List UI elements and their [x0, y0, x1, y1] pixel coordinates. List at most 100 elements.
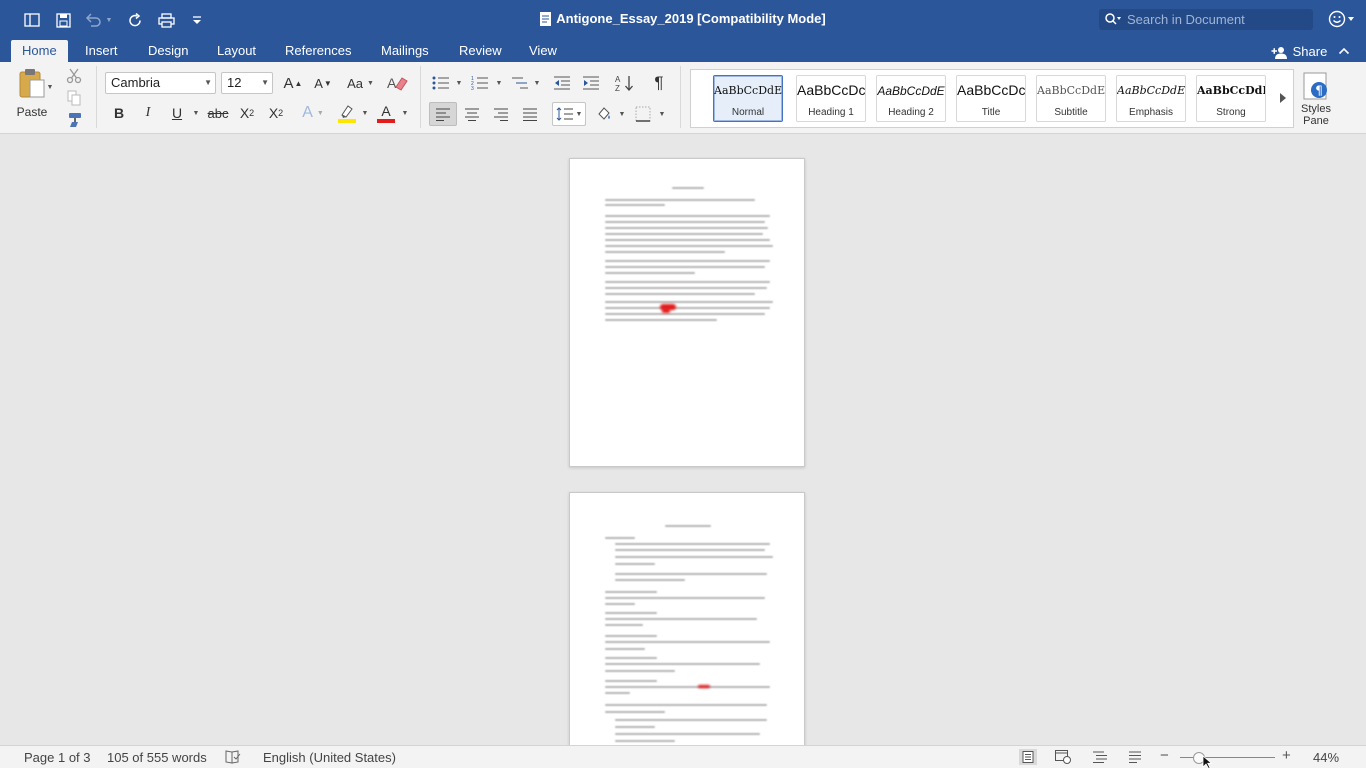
web-layout-view-icon[interactable]	[1055, 750, 1071, 767]
page-text-line	[605, 221, 765, 223]
italic-button[interactable]: I	[137, 102, 159, 124]
chevron-down-icon: ▼	[204, 78, 212, 87]
page-text-line	[615, 563, 655, 565]
page-text-line	[605, 319, 717, 321]
bullets-icon[interactable]	[429, 72, 453, 94]
page-text-line	[605, 704, 767, 706]
underline-button[interactable]: U	[166, 102, 188, 124]
page-text-line	[605, 618, 757, 620]
superscript-button[interactable]: X2	[264, 102, 288, 124]
bullets-dropdown-icon[interactable]: ▼	[454, 72, 464, 94]
copy-icon[interactable]	[64, 88, 84, 108]
change-case-button[interactable]: Aa ▼	[344, 72, 377, 94]
page-text-line	[605, 537, 635, 539]
numbering-dropdown-icon[interactable]: ▼	[494, 72, 504, 94]
document-page-2[interactable]	[569, 492, 805, 745]
show-formatting-button[interactable]: ¶	[647, 72, 671, 94]
tab-insert[interactable]: Insert	[74, 40, 129, 62]
style-normal[interactable]: AaBbCcDdEe Normal	[713, 75, 783, 122]
shrink-font-button[interactable]: A ▼	[310, 72, 336, 94]
style-heading-1[interactable]: AaBbCcDc Heading 1	[796, 75, 866, 122]
multilevel-list-icon[interactable]	[508, 72, 532, 94]
tab-home[interactable]: Home	[11, 40, 68, 62]
justify-icon[interactable]	[518, 102, 542, 126]
tab-view[interactable]: View	[518, 40, 568, 62]
clipboard-icon	[18, 67, 46, 102]
zoom-level[interactable]: 44%	[1313, 750, 1339, 765]
shading-icon[interactable]	[593, 102, 615, 126]
feedback-smiley-icon[interactable]	[1328, 10, 1356, 31]
svg-text:A: A	[615, 75, 621, 84]
subscript-button[interactable]: X2	[235, 102, 259, 124]
page-text-line	[605, 591, 657, 593]
style-strong[interactable]: AaBbCcDdE Strong	[1196, 75, 1266, 122]
zoom-out-button[interactable]: −	[1160, 747, 1169, 764]
increase-indent-icon[interactable]	[579, 72, 603, 94]
page-text-line	[605, 227, 768, 229]
page-text-line	[605, 307, 770, 309]
underline-dropdown-icon[interactable]: ▼	[190, 102, 202, 124]
tab-references[interactable]: References	[274, 40, 362, 62]
page-text-line	[605, 204, 665, 206]
borders-icon[interactable]	[632, 102, 654, 126]
word-count[interactable]: 105 of 555 words	[107, 750, 207, 765]
style-emphasis[interactable]: AaBbCcDdEe Emphasis	[1116, 75, 1186, 122]
tab-review[interactable]: Review	[448, 40, 513, 62]
page-text-line	[605, 657, 657, 659]
highlight-dropdown-icon[interactable]: ▼	[360, 102, 370, 124]
highlight-icon[interactable]	[334, 102, 360, 124]
print-layout-view-icon[interactable]	[1019, 749, 1037, 765]
page-text-line	[605, 260, 770, 262]
page-text-line	[665, 525, 711, 527]
line-spacing-icon[interactable]: ▼	[552, 102, 586, 126]
collapse-ribbon-icon[interactable]	[1338, 44, 1350, 59]
page-text-line	[605, 287, 767, 289]
decrease-indent-icon[interactable]	[550, 72, 574, 94]
tab-mailings[interactable]: Mailings	[370, 40, 440, 62]
align-right-icon[interactable]	[489, 102, 513, 126]
shading-dropdown-icon[interactable]: ▼	[617, 102, 627, 126]
page-text-line	[672, 187, 704, 189]
font-size-select[interactable]: 12 ▼	[221, 72, 273, 94]
proofing-icon[interactable]	[225, 750, 241, 767]
strikethrough-button[interactable]: abc	[205, 102, 231, 124]
styles-pane-button[interactable]: ¶ Styles Pane	[1299, 72, 1333, 127]
spelling-error-mark	[698, 685, 710, 688]
document-canvas[interactable]	[0, 134, 1366, 745]
language-label[interactable]: English (United States)	[263, 750, 396, 765]
search-input[interactable]: Search in Document	[1099, 9, 1313, 30]
numbering-icon[interactable]: 123	[468, 72, 492, 94]
page-text-line	[605, 648, 645, 650]
spelling-error-mark	[662, 308, 670, 313]
grow-font-button[interactable]: A ▲	[280, 72, 306, 94]
tab-design[interactable]: Design	[137, 40, 199, 62]
font-name-select[interactable]: Cambria ▼	[105, 72, 216, 94]
style-subtitle[interactable]: AaBbCcDdEe Subtitle	[1036, 75, 1106, 122]
clear-formatting-icon[interactable]: A	[384, 72, 410, 94]
format-painter-icon[interactable]	[64, 110, 84, 130]
document-page-1[interactable]	[569, 158, 805, 467]
share-button[interactable]: Share	[1271, 43, 1327, 60]
style-title[interactable]: AaBbCcDc Title	[956, 75, 1026, 122]
text-effects-button[interactable]: A ▼	[296, 102, 330, 124]
page-count[interactable]: Page 1 of 3	[24, 750, 91, 765]
bold-button[interactable]: B	[108, 102, 130, 124]
style-heading-2[interactable]: AaBbCcDdE Heading 2	[876, 75, 946, 122]
tab-layout[interactable]: Layout	[206, 40, 267, 62]
page-text-line	[605, 711, 665, 713]
paste-dropdown-icon[interactable]: ▼	[45, 82, 55, 92]
page-text-line	[605, 293, 755, 295]
multilevel-dropdown-icon[interactable]: ▼	[532, 72, 542, 94]
borders-dropdown-icon[interactable]: ▼	[657, 102, 667, 126]
font-color-dropdown-icon[interactable]: ▼	[400, 102, 410, 124]
align-center-icon[interactable]	[460, 102, 484, 126]
sort-icon[interactable]: AZ	[611, 72, 639, 94]
cut-icon[interactable]	[64, 66, 84, 86]
outline-view-icon[interactable]	[1092, 751, 1108, 766]
draft-view-icon[interactable]	[1128, 751, 1142, 766]
align-left-icon[interactable]	[429, 102, 457, 126]
zoom-in-button[interactable]: +	[1282, 747, 1291, 764]
gallery-next-icon[interactable]	[1279, 91, 1287, 106]
font-color-button[interactable]: A	[374, 102, 398, 124]
add-person-icon	[1271, 44, 1293, 60]
